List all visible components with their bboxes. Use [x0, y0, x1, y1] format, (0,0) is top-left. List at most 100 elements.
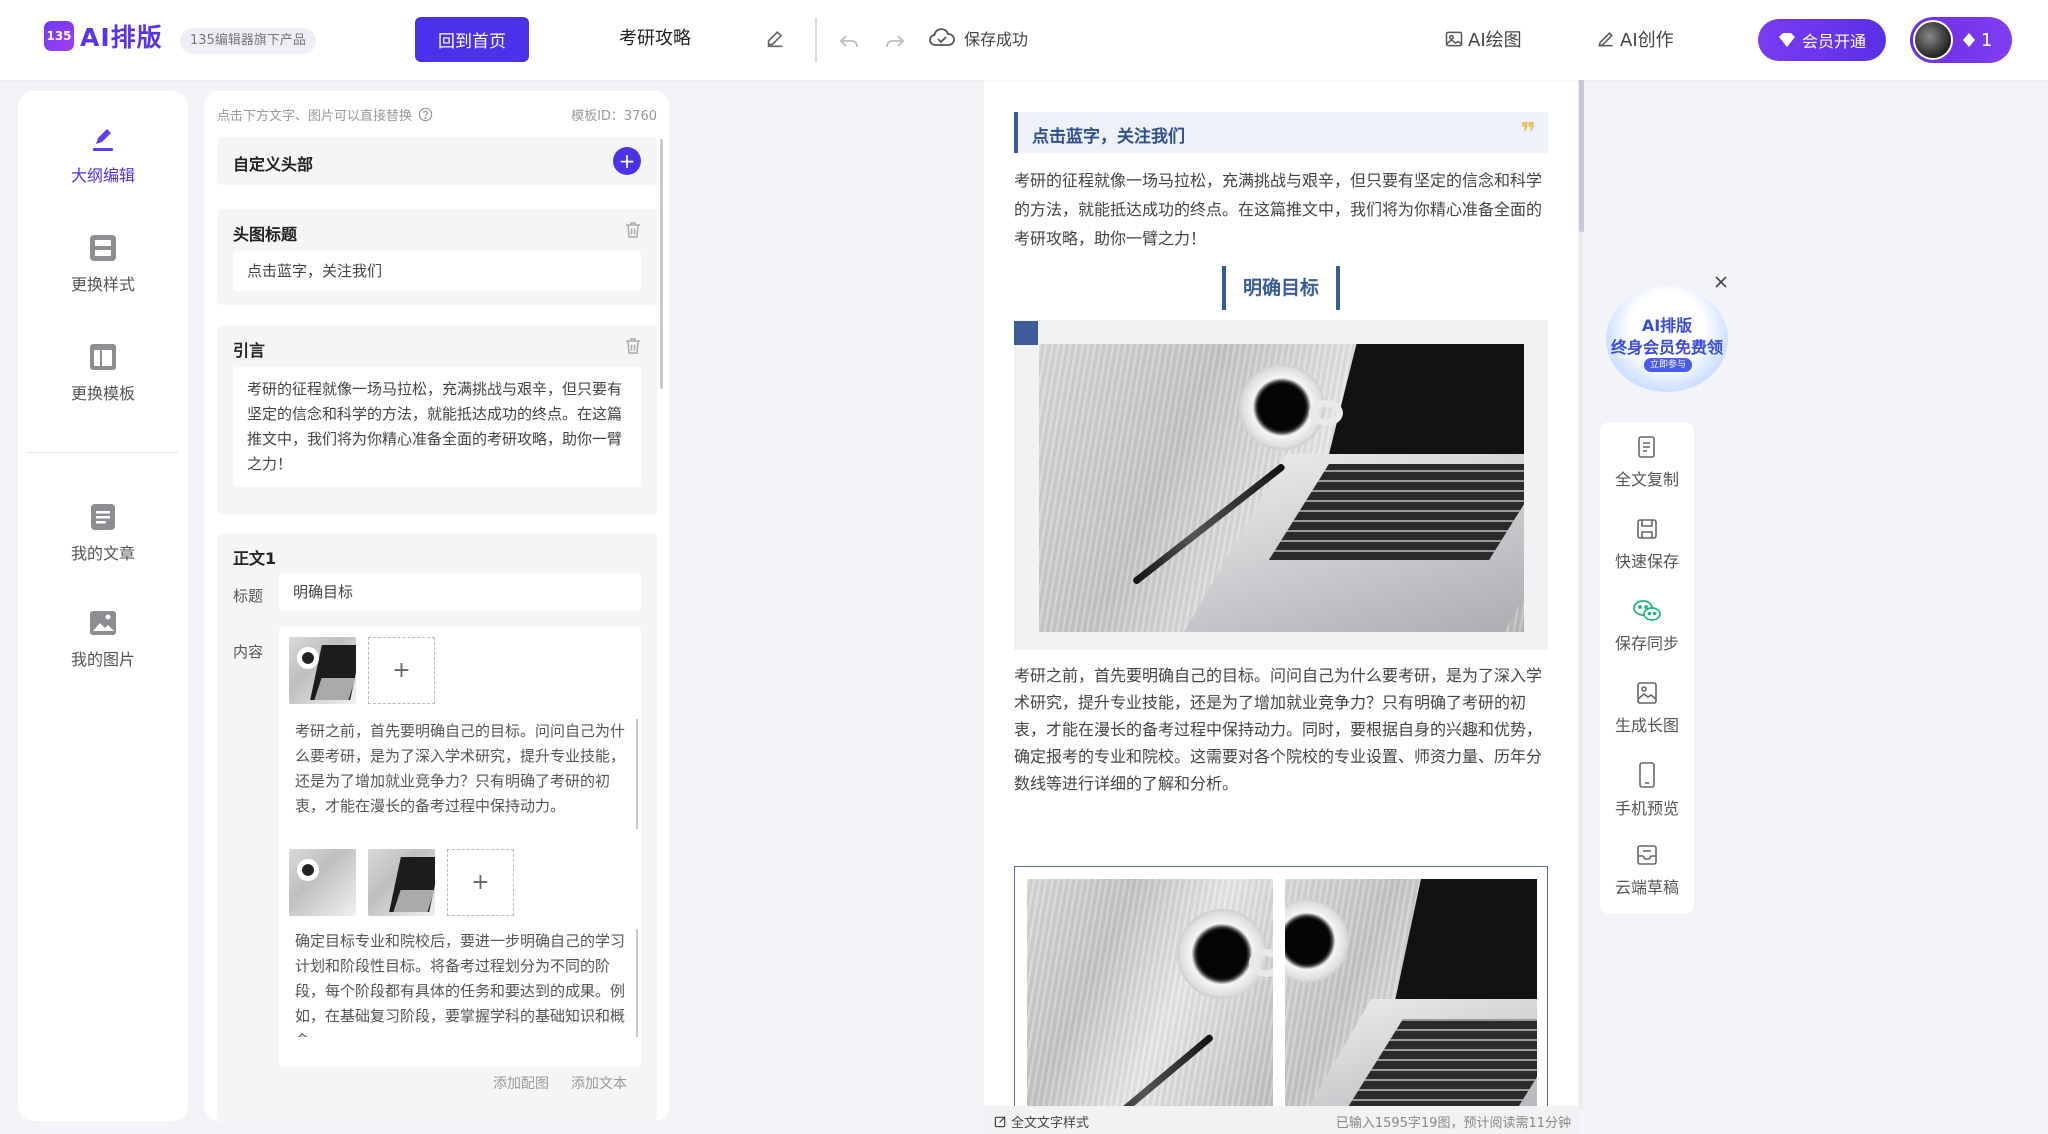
- section-title-input[interactable]: 明确目标: [279, 573, 641, 611]
- text-style-label: 全文文字样式: [1011, 1116, 1090, 1131]
- preview-scrollbar-thumb[interactable]: [1579, 80, 1584, 232]
- editor-hint-text: 点击下方文字、图片可以直接替换: [217, 109, 413, 124]
- preview-header-bar[interactable]: 点击蓝字，关注我们 ❞: [1014, 112, 1548, 153]
- undo-icon[interactable]: [836, 28, 862, 54]
- preview-photo[interactable]: [1039, 344, 1524, 632]
- tool-long-image[interactable]: 生成长图: [1600, 668, 1694, 748]
- wechat-icon: [1633, 600, 1661, 621]
- content-paragraph-1[interactable]: 考研之前，首先要明确自己的目标。问问自己为什么要考研，是为了深入学术研究，提升专…: [295, 719, 625, 829]
- picture-icon: [1445, 31, 1463, 47]
- head-title-label: 头图标题: [233, 225, 298, 244]
- tool-label: 手机预览: [1614, 799, 1679, 818]
- logo-text: AI排版: [80, 23, 163, 52]
- ai-draw-button[interactable]: AI绘图: [1444, 26, 1522, 52]
- template-id: 模板ID：3760: [571, 109, 657, 124]
- nav-item-my-images[interactable]: 我的图片: [18, 599, 188, 679]
- preview-scrollbar-track[interactable]: [1578, 80, 1583, 1110]
- ai-create-button[interactable]: AI创作: [1596, 26, 1674, 52]
- diamond-balance: 1: [1963, 30, 1992, 51]
- paragraph-scrollbar[interactable]: [636, 929, 638, 1037]
- save-icon: [1637, 519, 1657, 539]
- avatar[interactable]: [1913, 20, 1953, 60]
- template-icon: [90, 344, 116, 370]
- content-paragraph-2[interactable]: 确定目标专业和院校后，要进一步明确自己的学习计划和阶段性目标。将备考过程划分为不…: [295, 929, 625, 1037]
- preview-intro[interactable]: 考研的征程就像一场马拉松，充满挑战与艰辛，但只要有坚定的信念和科学的方法，就能抵…: [1014, 166, 1554, 253]
- close-icon[interactable]: [1712, 273, 1730, 291]
- redo-icon[interactable]: [882, 28, 908, 54]
- app-logo[interactable]: 135 AI排版: [44, 18, 163, 54]
- word-count-status: 已输入1595字19图，预计阅读需11分钟: [1335, 1116, 1571, 1131]
- content-image-thumb[interactable]: [289, 849, 356, 916]
- trash-icon[interactable]: [623, 336, 643, 356]
- nav-item-outline-edit[interactable]: 大纲编辑: [18, 115, 188, 195]
- logo-mark: 135: [44, 21, 74, 51]
- title-field-label: 标题: [233, 587, 264, 605]
- help-icon: [418, 107, 433, 122]
- add-image-box[interactable]: +: [368, 637, 435, 704]
- quote-mark-icon: ❞: [1520, 118, 1536, 148]
- body-section-1: 正文1 标题 明确目标 内容 + 考研之前，首先要明确自己的目标。问问自己为什么…: [217, 533, 657, 1121]
- add-header-button[interactable]: +: [613, 147, 641, 175]
- promo-join-button[interactable]: 立即参与: [1644, 358, 1692, 372]
- text-style-button[interactable]: 全文文字样式: [994, 1112, 1089, 1131]
- custom-header-label: 自定义头部: [233, 155, 314, 174]
- article-preview: 点击蓝字，关注我们 ❞ 考研的征程就像一场马拉松，充满挑战与艰辛，但只要有坚定的…: [984, 80, 1579, 1134]
- layout-style-icon: [90, 235, 116, 261]
- paragraph-scrollbar[interactable]: [636, 719, 638, 829]
- nav-label: 更换样式: [70, 275, 135, 294]
- tool-label: 云端草稿: [1614, 878, 1679, 897]
- preview-image-frame-2: [1014, 866, 1548, 1134]
- home-button[interactable]: 回到首页: [415, 17, 529, 62]
- tool-quick-save[interactable]: 快速保存: [1600, 504, 1694, 584]
- preview-section-title[interactable]: 明确目标: [1222, 266, 1340, 310]
- quote-textarea[interactable]: 考研的征程就像一场马拉松，充满挑战与艰辛，但只要有坚定的信念和科学的方法，就能抵…: [233, 367, 641, 487]
- top-bar: 135 AI排版 135编辑器旗下产品 回到首页 考研攻略 保存成功 AI绘图 …: [0, 0, 2048, 80]
- head-title-card: 头图标题 点击蓝字，关注我们: [217, 209, 657, 305]
- save-status: 保存成功: [928, 26, 1028, 50]
- preview-photo[interactable]: [1285, 879, 1537, 1134]
- tool-cloud-draft[interactable]: 云端草稿: [1600, 830, 1694, 910]
- preview-body-paragraph[interactable]: 考研之前，首先要明确自己的目标。问问自己为什么要考研，是为了深入学术研究，提升专…: [1014, 662, 1554, 797]
- preview-header-text: 点击蓝字，关注我们: [1032, 127, 1185, 147]
- vip-button[interactable]: 会员开通: [1758, 19, 1886, 61]
- content-image-thumb[interactable]: [368, 849, 435, 916]
- tool-label: 全文复制: [1614, 470, 1679, 489]
- document-title[interactable]: 考研攻略: [570, 24, 740, 54]
- pen-edit-icon: [93, 129, 113, 151]
- diamond-count-value: 1: [1981, 29, 1993, 51]
- nav-label: 我的文章: [70, 544, 135, 563]
- article-icon: [91, 504, 115, 530]
- tool-sync-save[interactable]: 保存同步: [1600, 586, 1694, 666]
- tool-label: 保存同步: [1614, 634, 1679, 653]
- preview-photo[interactable]: [1027, 879, 1273, 1134]
- quote-card: 引言 考研的征程就像一场马拉松，充满挑战与艰辛，但只要有坚定的信念和科学的方法，…: [217, 325, 657, 515]
- phone-icon: [1639, 762, 1655, 788]
- tool-copy-all[interactable]: 全文复制: [1600, 422, 1694, 502]
- content-field-label: 内容: [233, 643, 264, 661]
- quote-label: 引言: [233, 341, 266, 360]
- cloud-draft-icon: [1637, 845, 1657, 865]
- user-menu[interactable]: 1: [1910, 17, 2012, 63]
- diamond-icon: [1778, 33, 1795, 47]
- trash-icon[interactable]: [623, 220, 643, 240]
- promo-banner[interactable]: AI排版 终身会员免费领 立即参与: [1600, 272, 1734, 402]
- copy-doc-icon: [1638, 436, 1655, 458]
- ai-create-label: AI创作: [1620, 30, 1674, 51]
- nav-item-my-articles[interactable]: 我的文章: [18, 493, 188, 573]
- tool-mobile-preview[interactable]: 手机预览: [1600, 750, 1694, 830]
- cloud-check-icon: [929, 28, 955, 46]
- add-image-link[interactable]: 添加配图: [493, 1073, 549, 1093]
- promo-line-1: AI排版: [1641, 316, 1693, 335]
- add-image-box[interactable]: +: [447, 849, 514, 916]
- body-section-label: 正文1: [233, 549, 277, 568]
- ai-draw-label: AI绘图: [1468, 30, 1522, 51]
- head-title-input[interactable]: 点击蓝字，关注我们: [233, 251, 641, 291]
- outline-editor: 点击下方文字、图片可以直接替换 模板ID：3760 自定义头部 + 头图标题 点…: [205, 91, 669, 1121]
- add-text-link[interactable]: 添加文本: [571, 1073, 627, 1093]
- nav-label: 我的图片: [70, 650, 135, 669]
- content-image-thumb[interactable]: [289, 637, 356, 704]
- nav-item-change-style[interactable]: 更换样式: [18, 224, 188, 304]
- nav-item-change-template[interactable]: 更换模板: [18, 333, 188, 413]
- editor-scrollbar[interactable]: [660, 139, 663, 389]
- edit-title-icon[interactable]: [762, 26, 788, 52]
